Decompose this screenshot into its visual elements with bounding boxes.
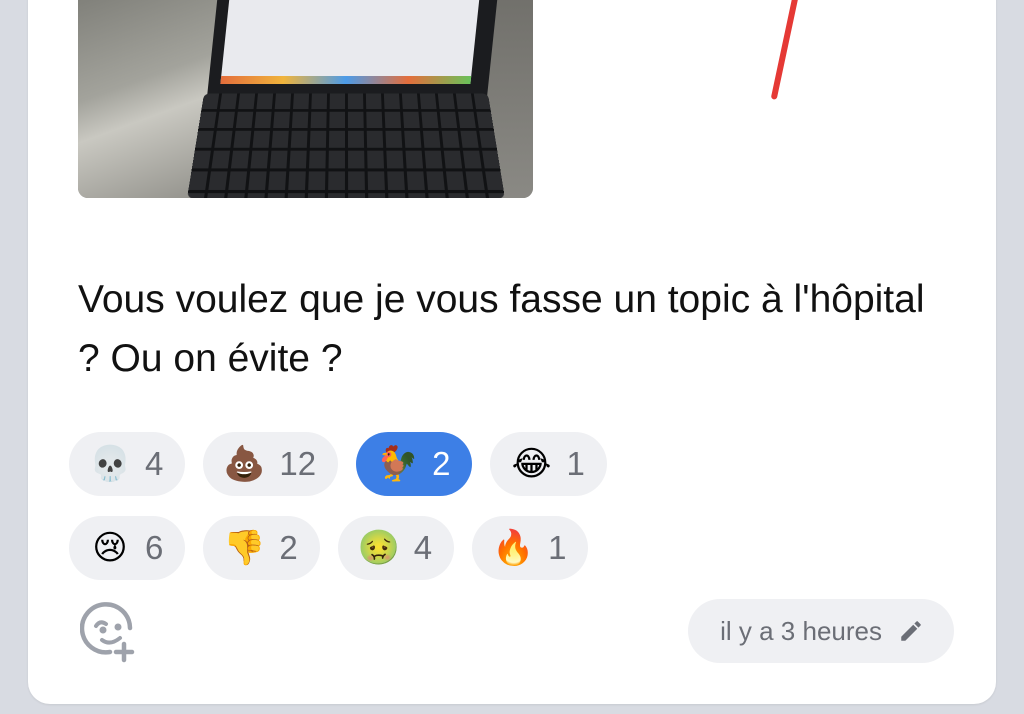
reaction-row: 😢 6 👎 2 🤢 4 🔥 1 [69, 516, 969, 580]
photo-laptop-screen [206, 0, 500, 100]
timestamp-edit-button[interactable]: il y a 3 heures [688, 599, 954, 663]
pencil-icon [901, 621, 921, 641]
crying-laughing-icon: 😂 [511, 444, 552, 484]
nauseated-face-icon: 🤢 [357, 528, 401, 568]
rooster-icon: 🐓 [376, 444, 419, 484]
reaction-sad-tear[interactable]: 😢 6 [69, 516, 186, 580]
reaction-row: 💀 4 💩 12 🐓 2 😂 1 [69, 432, 969, 496]
post-text: Vous voulez que je vous fasse un topic à… [78, 278, 925, 380]
photo-keyboard [186, 93, 506, 198]
reaction-skull[interactable]: 💀 4 [69, 432, 186, 496]
reaction-count: 4 [145, 445, 164, 482]
fire-icon: 🔥 [492, 528, 535, 568]
reactions: 💀 4 💩 12 🐓 2 😂 1 😢 6 👎 2 🤢 4 🔥 1 [69, 432, 969, 600]
reaction-count: 12 [279, 445, 317, 482]
reaction-nauseated[interactable]: 🤢 4 [337, 516, 455, 580]
reaction-thumbs-down[interactable]: 👎 2 [203, 516, 320, 580]
photo-dock [220, 76, 472, 84]
reaction-rooster[interactable]: 🐓 2 [356, 432, 473, 496]
red-annotation-line [770, 0, 802, 100]
reaction-count: 1 [548, 529, 567, 566]
post-card: Vous voulez que je vous fasse un topic à… [28, 0, 996, 704]
reaction-count: 1 [566, 445, 585, 482]
attached-photo[interactable] [78, 0, 533, 198]
reaction-fire[interactable]: 🔥 1 [472, 516, 589, 580]
reaction-count: 6 [145, 529, 164, 566]
post-timestamp: il y a 3 heures [720, 615, 882, 646]
poop-icon: 💩 [223, 444, 266, 484]
skull-icon: 💀 [89, 444, 132, 484]
reaction-count: 2 [432, 445, 451, 482]
add-reaction-icon [79, 602, 135, 663]
reaction-count: 2 [279, 529, 298, 566]
reaction-poop[interactable]: 💩 12 [203, 432, 339, 496]
add-reaction-button[interactable] [79, 600, 144, 664]
sad-tear-icon: 😢 [92, 528, 128, 568]
reaction-crying-laughing[interactable]: 😂 1 [490, 432, 607, 496]
thumbs-down-icon: 👎 [223, 528, 266, 568]
reaction-count: 4 [413, 529, 433, 566]
photo-screen-content [220, 0, 482, 84]
